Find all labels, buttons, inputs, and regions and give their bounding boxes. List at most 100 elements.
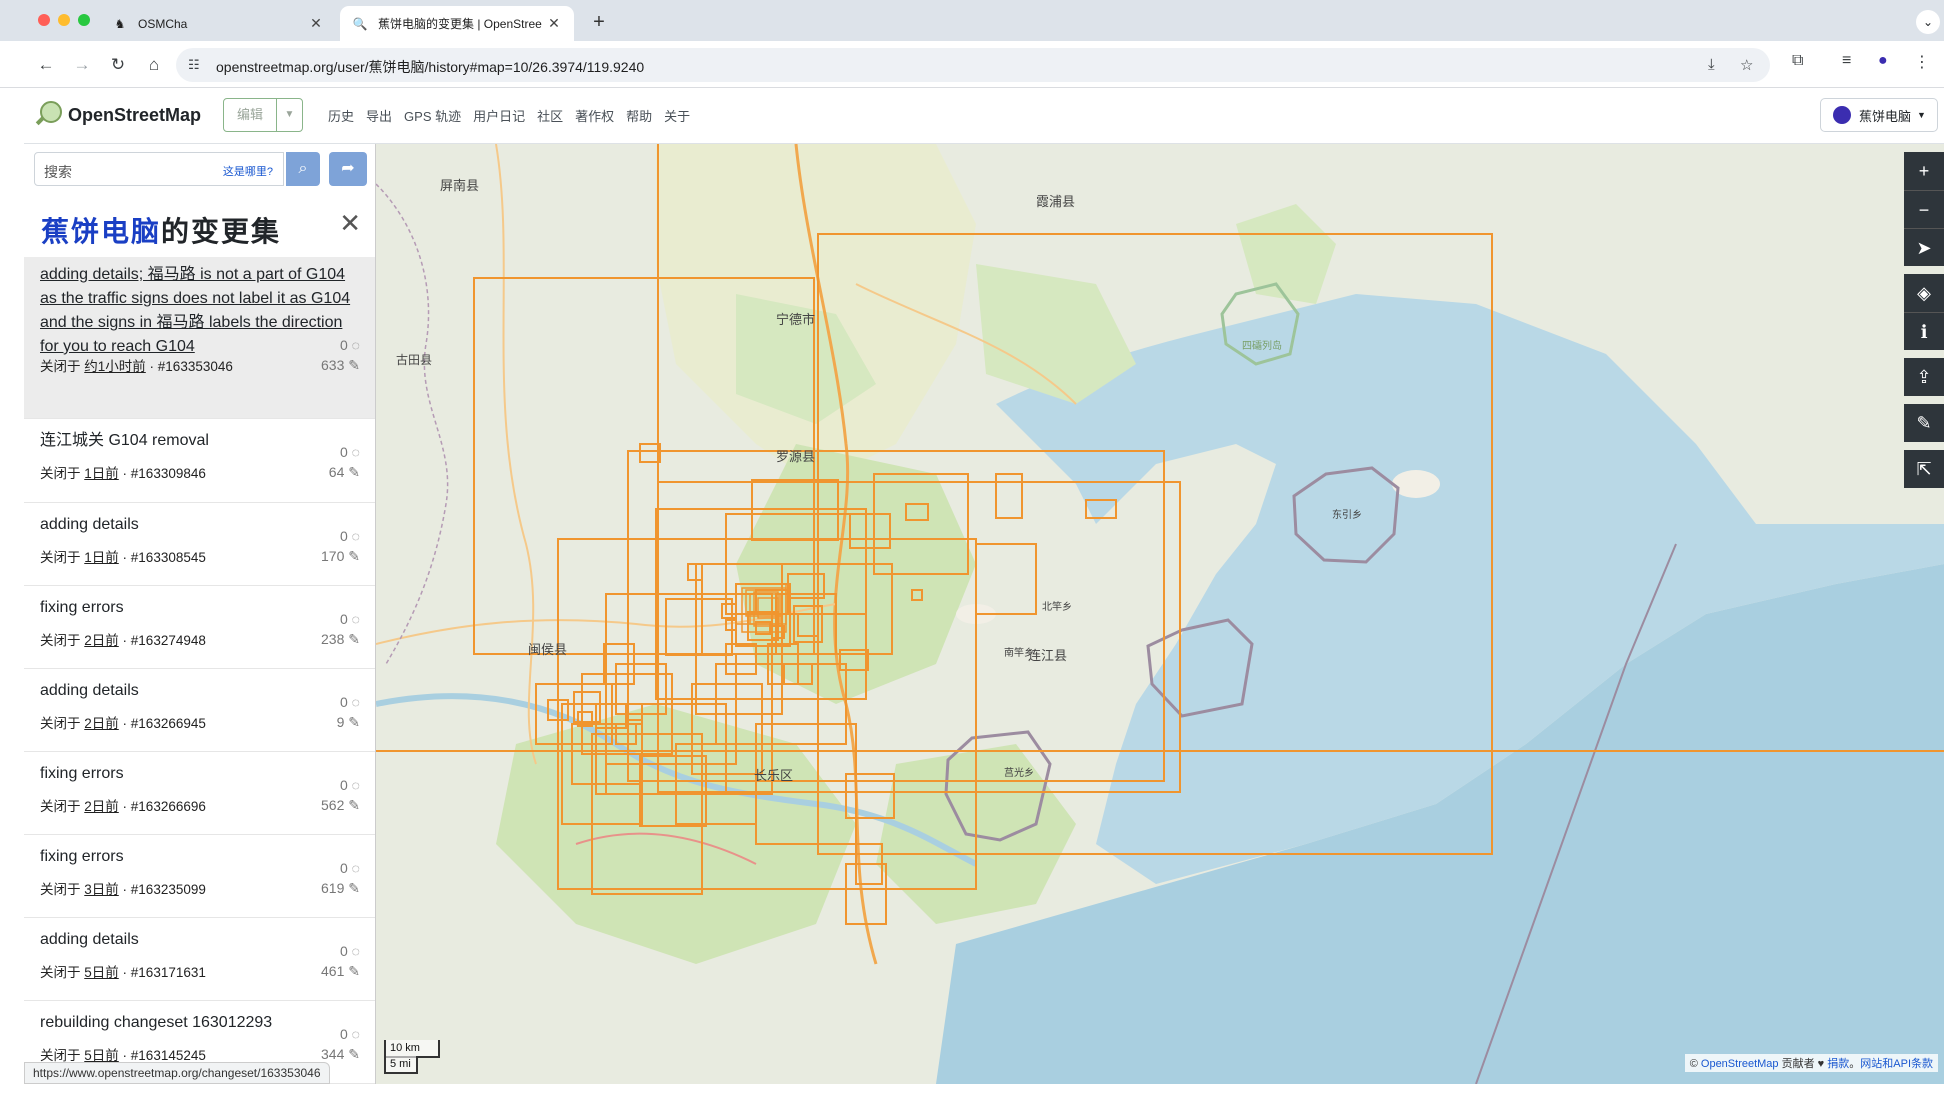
nav-export[interactable]: 导出	[366, 106, 392, 125]
changeset-id[interactable]: · #163145245	[123, 1048, 206, 1063]
changeset-comment[interactable]: adding details	[40, 513, 360, 537]
query-features-icon[interactable]: ⇱	[1904, 450, 1944, 488]
changeset-item[interactable]: fixing errors 关闭于 3日前 · #163235099 0 ◌ 619 …	[24, 835, 375, 918]
where-am-i-link[interactable]: 这是哪里?	[223, 163, 273, 179]
changeset-comment[interactable]: 连江城关 G104 removal	[40, 429, 360, 453]
osm-contributors-link[interactable]: OpenStreetMap	[1701, 1058, 1779, 1070]
closed-time: 2日前	[84, 633, 119, 648]
tab-osmcha[interactable]: ♞ OSMCha ✕	[100, 6, 336, 41]
closed-label: 关闭于	[40, 466, 81, 481]
closed-label: 关闭于	[40, 965, 81, 980]
browser-menu-icon[interactable]: ⋮	[1914, 52, 1930, 72]
nav-history[interactable]: 历史	[328, 106, 354, 125]
close-sidebar-icon[interactable]: ✕	[339, 208, 361, 239]
tab-title: OSMCha	[138, 16, 188, 31]
search-placeholder: 搜索	[44, 164, 72, 180]
directions-button[interactable]: ➦	[329, 152, 367, 186]
terms-link[interactable]: 网站和API条款	[1860, 1058, 1933, 1070]
comment-count: 0	[339, 611, 348, 627]
changeset-item[interactable]: adding details; 福马路 is not a part of G10…	[24, 257, 375, 419]
reading-list-icon[interactable]: ≡	[1842, 52, 1851, 70]
sidebar: 搜索 这是哪里? ⌕ ➦ 蕉饼电脑的变更集 ✕ adding details; …	[24, 144, 376, 1084]
install-app-icon[interactable]: ⤓	[1708, 56, 1715, 73]
changeset-item[interactable]: fixing errors 关闭于 2日前 · #163274948 0 ◌ 238 …	[24, 586, 375, 669]
nav-about[interactable]: 关于	[664, 106, 690, 125]
home-button[interactable]: ⌂	[140, 51, 168, 79]
changeset-item[interactable]: adding details 关闭于 5日前 · #163171631 0 ◌ 461…	[24, 918, 375, 1001]
forward-button[interactable]: →	[68, 51, 96, 79]
map-key-icon[interactable]: ℹ	[1904, 312, 1944, 350]
changeset-item[interactable]: adding details 关闭于 1日前 · #163308545 0 ◌ 170…	[24, 503, 375, 586]
bookmark-star-icon[interactable]: ☆	[1740, 56, 1753, 74]
url-text[interactable]: openstreetmap.org/user/蕉饼电脑/history#map=…	[216, 57, 644, 77]
changeset-comment[interactable]: adding details; 福马路 is not a part of G10…	[40, 263, 360, 359]
tab-search-button[interactable]: ⌄	[1916, 10, 1940, 34]
layers-icon[interactable]: ◈	[1904, 274, 1944, 312]
share-icon[interactable]: ⇪	[1904, 358, 1944, 396]
zoom-out-button[interactable]: −	[1904, 190, 1944, 228]
changeset-item[interactable]: adding details 关闭于 2日前 · #163266945 0 ◌ 9 ✎	[24, 669, 375, 752]
changeset-id[interactable]: · #163266945	[123, 716, 206, 731]
back-button[interactable]: ←	[32, 51, 60, 79]
tab-close-icon[interactable]: ✕	[546, 15, 562, 32]
changeset-id[interactable]: · #163266696	[123, 799, 206, 814]
changeset-id[interactable]: · #163235099	[123, 882, 206, 897]
add-note-icon[interactable]: ✎	[1904, 404, 1944, 442]
comment-bubble-icon: ◌	[351, 860, 360, 876]
reload-button[interactable]: ↻	[104, 51, 132, 79]
window-minimize-button[interactable]	[58, 14, 70, 26]
changeset-counts: 0 ◌ 9 ✎	[320, 692, 360, 732]
changeset-id[interactable]: · #163353046	[150, 359, 233, 374]
osm-logo-icon[interactable]	[34, 100, 64, 130]
map-canvas[interactable]: 宁德市 罗源县 连江县 闽侯县 长乐区 霞浦县 屏南县 四礵列岛 东引乡 莒光乡…	[376, 144, 1944, 1084]
changeset-id[interactable]: · #163274948	[123, 633, 206, 648]
nav-help[interactable]: 帮助	[626, 106, 652, 125]
changeset-id[interactable]: · #163308545	[123, 550, 206, 565]
profile-avatar-icon[interactable]: ●	[1878, 52, 1888, 70]
closed-time: 约1小时前	[84, 359, 146, 374]
brand-name[interactable]: OpenStreetMap	[68, 105, 201, 126]
changeset-comment[interactable]: rebuilding changeset 163012293	[40, 1011, 360, 1035]
window-close-button[interactable]	[38, 14, 50, 26]
changeset-item[interactable]: 连江城关 G104 removal 关闭于 1日前 · #163309846 0 ◌…	[24, 419, 375, 503]
new-tab-button[interactable]: +	[586, 10, 612, 36]
url-bar[interactable]: ☷ openstreetmap.org/user/蕉饼电脑/history#ma…	[176, 48, 1770, 82]
changeset-comment[interactable]: adding details	[40, 679, 360, 703]
changeset-id[interactable]: · #163171631	[123, 965, 206, 980]
changeset-comment[interactable]: fixing errors	[40, 762, 360, 786]
changeset-counts: 0 ◌ 64 ✎	[320, 442, 360, 482]
nav-user-diaries[interactable]: 用户日记	[473, 106, 525, 125]
search-input[interactable]: 搜索 这是哪里?	[34, 152, 284, 186]
change-count: 461	[321, 963, 345, 979]
zoom-in-button[interactable]: +	[1904, 152, 1944, 190]
closed-label: 关闭于	[40, 359, 81, 374]
edit-button[interactable]: 编辑	[224, 99, 276, 131]
user-menu-button[interactable]: 蕉饼电脑 ▼	[1820, 98, 1938, 132]
edit-dropdown-chevron-icon[interactable]: ▼	[276, 99, 302, 131]
comment-count: 0	[339, 444, 348, 460]
search-button[interactable]: ⌕	[286, 152, 320, 186]
extensions-icon[interactable]: ⧉	[1792, 52, 1803, 70]
browser-tab-bar: ♞ OSMCha ✕ 🔍 蕉饼电脑的变更集 | OpenStree ✕ + ⌄	[0, 0, 1944, 41]
nav-gps-traces[interactable]: GPS 轨迹	[404, 106, 461, 125]
changeset-id[interactable]: · #163309846	[123, 466, 206, 481]
comment-bubble-icon: ◌	[351, 943, 360, 959]
locate-me-icon[interactable]: ➤	[1904, 228, 1944, 266]
nav-communities[interactable]: 社区	[537, 106, 563, 125]
tab-changesets[interactable]: 🔍 蕉饼电脑的变更集 | OpenStree ✕	[340, 6, 574, 41]
window-maximize-button[interactable]	[78, 14, 90, 26]
changeset-comment[interactable]: fixing errors	[40, 596, 360, 620]
changeset-comment[interactable]: adding details	[40, 928, 360, 952]
map-label-pingnan: 屏南县	[440, 178, 479, 193]
changeset-comment[interactable]: fixing errors	[40, 845, 360, 869]
changeset-item[interactable]: fixing errors 关闭于 2日前 · #163266696 0 ◌ 562 …	[24, 752, 375, 835]
map[interactable]: 宁德市 罗源县 连江县 闽侯县 长乐区 霞浦县 屏南县 四礵列岛 东引乡 莒光乡…	[376, 144, 1944, 1084]
site-info-icon[interactable]: ☷	[188, 57, 200, 73]
pencil-icon: ✎	[348, 1046, 360, 1062]
nav-copyright[interactable]: 著作权	[575, 106, 614, 125]
tab-close-icon[interactable]: ✕	[308, 15, 324, 32]
map-label-nangan: 南竿乡	[1004, 646, 1034, 659]
comment-bubble-icon: ◌	[351, 1026, 360, 1042]
donate-link[interactable]: 捐款	[1827, 1058, 1849, 1070]
title-user-link[interactable]: 蕉饼电脑	[41, 216, 161, 247]
